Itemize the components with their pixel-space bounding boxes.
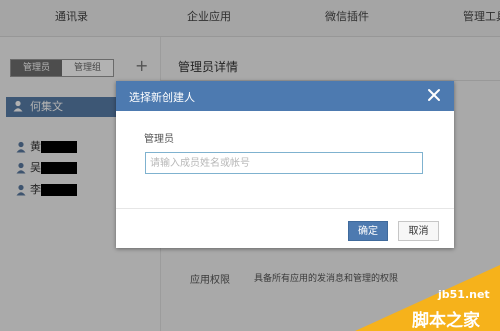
admin-field-label: 管理员 <box>144 134 174 145</box>
select-creator-dialog: 选择新创建人 管理员 确定 取消 <box>116 81 454 248</box>
cancel-button[interactable]: 取消 <box>398 221 439 241</box>
dialog-title: 选择新创建人 <box>129 91 195 104</box>
confirm-button[interactable]: 确定 <box>348 221 388 241</box>
dialog-footer-divider <box>116 208 454 209</box>
dialog-header: 选择新创建人 <box>116 81 454 111</box>
watermark-site: jb51.net <box>438 288 490 301</box>
watermark-name: 脚本之家 <box>412 311 480 331</box>
admin-search-input[interactable] <box>145 152 423 174</box>
close-icon[interactable] <box>427 88 441 102</box>
